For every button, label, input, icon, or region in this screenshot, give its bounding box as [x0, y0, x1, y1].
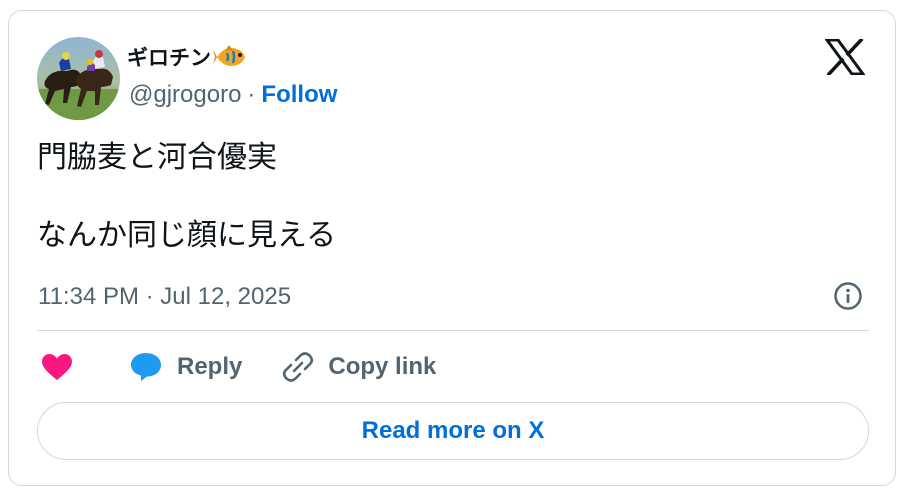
copy-link-button[interactable]: Copy link: [282, 351, 436, 383]
author-avatar[interactable]: [37, 37, 120, 120]
tweet-timestamp[interactable]: 11:34 PM · Jul 12, 2025: [38, 283, 291, 311]
fish-emoji-icon: [213, 41, 249, 73]
author-display-name[interactable]: ギロチン: [127, 42, 211, 72]
copy-link-label: Copy link: [328, 353, 437, 380]
author-handle[interactable]: @gjrogoro: [129, 81, 241, 109]
heart-icon: [42, 354, 72, 380]
author-name-row: ギロチン: [127, 39, 249, 75]
speech-bubble-icon: [131, 353, 161, 381]
read-more-label: Read more on X: [361, 417, 545, 444]
info-icon[interactable]: [833, 281, 863, 311]
divider: [37, 330, 869, 331]
link-icon: [283, 352, 314, 382]
follow-link[interactable]: Follow: [261, 81, 337, 109]
tweet-line-2: なんか同じ顔に見える: [37, 218, 337, 253]
reply-button[interactable]: Reply: [129, 351, 242, 383]
horse-racing-avatar-image: [37, 37, 120, 120]
separator-dot: ·: [247, 81, 256, 108]
author-handle-row: @gjrogoro · Follow: [129, 81, 337, 109]
tweet-line-1: 門脇麦と河合優実: [37, 140, 277, 175]
read-more-button[interactable]: Read more on X: [37, 402, 869, 460]
tweet-actions: Reply Copy link: [39, 347, 436, 387]
x-logo-icon[interactable]: [824, 37, 866, 77]
like-button[interactable]: [39, 349, 75, 385]
embedded-tweet-card: ギロチン @gjrogoro · Follow 門脇麦と河合優実 なんか同じ顔に…: [8, 10, 896, 486]
reply-label: Reply: [177, 353, 243, 380]
tweet-text: 門脇麦と河合優実 なんか同じ顔に見える: [37, 139, 857, 255]
